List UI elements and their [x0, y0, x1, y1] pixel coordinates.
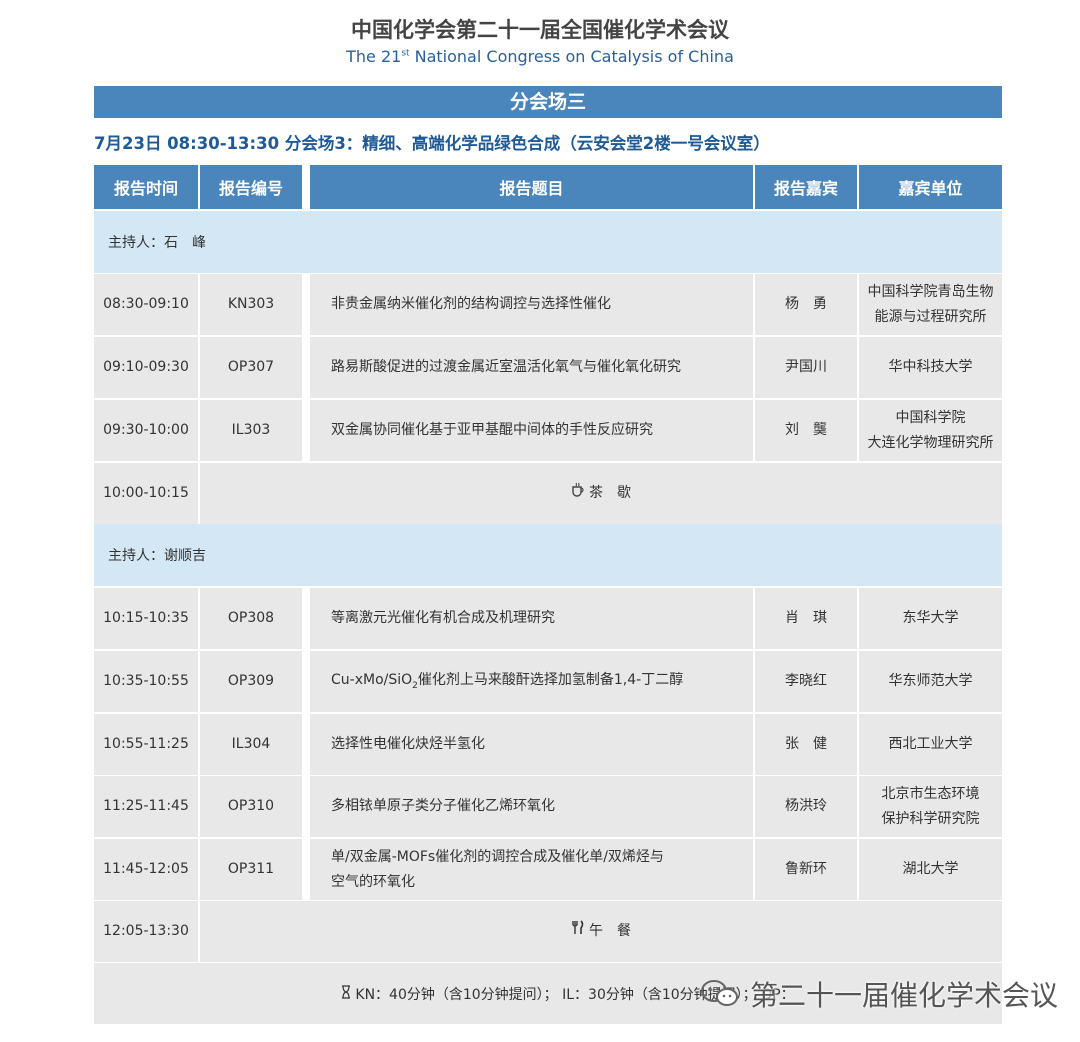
subtitle-suffix: National Congress on Catalysis of China	[409, 47, 734, 66]
affiliation-cell: 北京市生态环境 保护科学研究院	[859, 776, 1002, 837]
affiliation-cell: 华中科技大学	[859, 337, 1002, 398]
speaker-cell: 肖 琪	[755, 588, 857, 649]
topic-cell: 路易斯酸促进的过渡金属近室温活化氧气与催化氧化研究	[310, 337, 753, 398]
time-cell: 12:05-13:30	[94, 901, 198, 962]
table-row: 10:35-10:55 OP309 Cu-xMo/SiO2催化剂上马来酸酐选择加…	[94, 651, 1002, 712]
speaker-cell: 李晓红	[755, 651, 857, 712]
header-code: 报告编号	[200, 165, 302, 209]
subtitle-ordinal: st	[401, 48, 410, 59]
code-cell: OP307	[200, 337, 302, 398]
affiliation-line: 大连化学物理研究所	[867, 434, 994, 451]
time-cell: 10:00-10:15	[94, 463, 198, 524]
table-row: 08:30-09:10 KN303 非贵金属纳米催化剂的结构调控与选择性催化 杨…	[94, 274, 1002, 335]
fork-knife-icon	[571, 919, 585, 944]
break-row: 10:00-10:15 茶 歇	[94, 463, 1002, 524]
section-title: 分会场三	[94, 86, 1002, 118]
code-cell: OP309	[200, 651, 302, 712]
code-cell: IL303	[200, 400, 302, 461]
tea-cup-icon	[571, 481, 585, 506]
topic-cell: Cu-xMo/SiO2催化剂上马来酸酐选择加氢制备1,4-丁二醇	[310, 651, 753, 712]
speaker-cell: 杨洪玲	[755, 776, 857, 837]
topic-cell: 单/双金属-MOFs催化剂的调控合成及催化单/双烯烃与 空气的环氧化	[310, 839, 753, 900]
break-text: 茶 歇	[589, 485, 631, 502]
header-speaker: 报告嘉宾	[755, 165, 857, 209]
topic-cell: 双金属协同催化基于亚甲基醌中间体的手性反应研究	[310, 400, 753, 461]
affiliation-cell: 华东师范大学	[859, 651, 1002, 712]
session-info: 7月23日 08:30-13:30 分会场3：精细、高端化学品绿色合成（云安会堂…	[94, 134, 770, 153]
affiliation-cell: 西北工业大学	[859, 714, 1002, 775]
affiliation-line: 保护科学研究院	[881, 810, 980, 827]
topic-cell: 多相铱单原子类分子催化乙烯环氧化	[310, 776, 753, 837]
speaker-cell: 杨 勇	[755, 274, 857, 335]
topic-line: 单/双金属-MOFs催化剂的调控合成及催化单/双烯烃与	[331, 849, 664, 865]
affiliation-cell: 中国科学院青岛生物 能源与过程研究所	[859, 274, 1002, 335]
watermark-text: 第二十一届催化学术会议	[750, 979, 1059, 1012]
table-row: 09:30-10:00 IL303 双金属协同催化基于亚甲基醌中间体的手性反应研…	[94, 400, 1002, 461]
time-cell: 09:30-10:00	[94, 400, 198, 461]
code-cell: IL304	[200, 714, 302, 775]
affiliation-cell: 湖北大学	[859, 839, 1002, 900]
hourglass-icon	[341, 984, 351, 1003]
code-cell: OP308	[200, 588, 302, 649]
topic-part: 催化剂上马来酸酐选择加氢制备1,4-丁二醇	[417, 672, 684, 689]
page-subtitle: The 21st National Congress on Catalysis …	[0, 47, 1080, 66]
code-cell: KN303	[200, 274, 302, 335]
page-title: 中国化学会第二十一届全国催化学术会议	[351, 18, 729, 42]
affiliation-cell: 东华大学	[859, 588, 1002, 649]
affiliation-line: 中国科学院	[895, 410, 966, 426]
subtitle-prefix: The 21	[346, 47, 402, 66]
header-affiliation: 嘉宾单位	[859, 165, 1002, 209]
topic-part: Cu-xMo/SiO	[331, 672, 413, 689]
time-cell: 08:30-09:10	[94, 274, 198, 335]
table-row: 11:45-12:05 OP311 单/双金属-MOFs催化剂的调控合成及催化单…	[94, 839, 1002, 900]
affiliation-cell: 中国科学院大连化学物理研究所	[859, 400, 1002, 461]
speaker-cell: 张 健	[755, 714, 857, 775]
table-row: 10:55-11:25 IL304 选择性电催化炔烃半氢化 张 健 西北工业大学	[94, 714, 1002, 775]
table-header: 报告时间 报告编号 报告题目 报告嘉宾 嘉宾单位	[94, 165, 1002, 209]
break-label: 午 餐	[200, 901, 1002, 962]
time-cell: 09:10-09:30	[94, 337, 198, 398]
host-row: 主持人：谢顺吉	[94, 524, 1002, 586]
table-row: 10:15-10:35 OP308 等离激元光催化有机合成及机理研究 肖 琪 东…	[94, 588, 1002, 649]
time-cell: 11:45-12:05	[94, 839, 198, 900]
header-topic: 报告题目	[310, 165, 753, 209]
header-time: 报告时间	[94, 165, 198, 209]
speaker-cell: 鲁新环	[755, 839, 857, 900]
time-cell: 10:55-11:25	[94, 714, 198, 775]
code-cell: OP311	[200, 839, 302, 900]
host-row: 主持人：石 峰	[94, 211, 1002, 273]
speaker-cell: 刘 龑	[755, 400, 857, 461]
wechat-icon	[700, 979, 740, 1009]
time-cell: 10:15-10:35	[94, 588, 198, 649]
time-cell: 11:25-11:45	[94, 776, 198, 837]
topic-cell: 选择性电催化炔烃半氢化	[310, 714, 753, 775]
time-cell: 10:35-10:55	[94, 651, 198, 712]
affiliation-line: 能源与过程研究所	[874, 308, 987, 325]
topic-line: 空气的环氧化	[331, 873, 415, 890]
table-row: 11:25-11:45 OP310 多相铱单原子类分子催化乙烯环氧化 杨洪玲 北…	[94, 776, 1002, 837]
break-label: 茶 歇	[200, 463, 1002, 524]
affiliation-line: 北京市生态环境	[881, 786, 980, 802]
watermark: 第二十一届催化学术会议	[700, 972, 1060, 1016]
table-row: 09:10-09:30 OP307 路易斯酸促进的过渡金属近室温活化氧气与催化氧…	[94, 337, 1002, 398]
break-text: 午 餐	[589, 923, 631, 940]
code-cell: OP310	[200, 776, 302, 837]
topic-cell: 等离激元光催化有机合成及机理研究	[310, 588, 753, 649]
speaker-cell: 尹国川	[755, 337, 857, 398]
affiliation-line: 中国科学院青岛生物	[867, 284, 994, 300]
break-row: 12:05-13:30 午 餐	[94, 901, 1002, 962]
topic-cell: 非贵金属纳米催化剂的结构调控与选择性催化	[310, 274, 753, 335]
